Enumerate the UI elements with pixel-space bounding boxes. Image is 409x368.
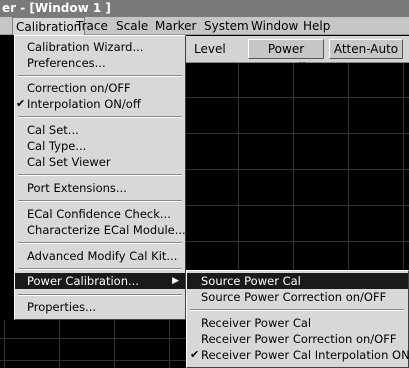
menu-item-label: Port Extensions... <box>27 181 127 195</box>
menu-item-label: Cal Type... <box>27 139 87 153</box>
submenu-item-label: Receiver Power Correction on/OFF <box>201 332 397 346</box>
menu-item-advanced-modify-cal-kit[interactable]: Advanced Modify Cal Kit... <box>15 248 185 264</box>
window-title-bar: er - [Window 1 ] <box>0 0 409 17</box>
menu-item-label: Cal Set... <box>27 123 79 137</box>
menu-window[interactable]: Window <box>248 17 301 35</box>
menu-item-label: Cal Set Viewer <box>27 155 111 169</box>
menu-item-cal-set[interactable]: Cal Set... <box>15 122 185 138</box>
calibration-dropdown-menu: Calibration Wizard... Preferences... Cor… <box>14 35 186 320</box>
power-on-off-button[interactable]: Power ON/off <box>248 39 324 75</box>
menu-separator <box>18 174 182 176</box>
menu-separator <box>18 294 182 296</box>
level-label: Level <box>194 42 226 56</box>
menu-separator <box>18 200 182 202</box>
menu-system[interactable]: System <box>201 17 252 35</box>
menu-item-ecal-confidence-check[interactable]: ECal Confidence Check... <box>15 206 185 222</box>
softkey-toolbar: Level Power ON/off Atten-Auto <box>186 36 409 75</box>
submenu-item-label: Source Power Cal <box>201 274 301 288</box>
menu-separator <box>18 75 182 77</box>
menu-item-correction[interactable]: Correction on/OFF <box>15 80 185 96</box>
submenu-item-source-power-cal[interactable]: Source Power Cal <box>187 273 408 289</box>
menu-item-calibration-wizard[interactable]: Calibration Wizard... <box>15 39 185 55</box>
submenu-item-label: Receiver Power Cal <box>201 316 312 330</box>
menu-item-label: Power Calibration... <box>27 274 139 288</box>
check-icon: ✔ <box>190 348 200 361</box>
menu-bar: Calibration Trace Scale Marker System Wi… <box>0 17 409 35</box>
check-icon: ✔ <box>16 97 26 110</box>
window-title: er - [Window 1 ] <box>2 1 111 15</box>
atten-auto-button[interactable]: Atten-Auto <box>329 39 403 59</box>
submenu-item-receiver-power-cal[interactable]: Receiver Power Cal <box>187 315 408 331</box>
submenu-item-source-power-correction[interactable]: Source Power Correction on/OFF <box>187 289 408 305</box>
menu-separator <box>18 268 182 270</box>
power-calibration-submenu: Source Power Cal Source Power Correction… <box>186 270 409 368</box>
menu-item-label: Advanced Modify Cal Kit... <box>27 249 178 263</box>
menu-help[interactable]: Help <box>300 17 333 35</box>
menu-separator <box>18 116 182 118</box>
submenu-item-receiver-power-cal-interpolation[interactable]: ✔ Receiver Power Cal Interpolation ON/of… <box>187 347 409 363</box>
menu-item-label: Interpolation ON/off <box>27 97 141 111</box>
submenu-arrow-icon: ▶ <box>172 276 179 286</box>
menu-item-power-calibration[interactable]: Power Calibration... ▶ <box>15 273 185 289</box>
menu-item-label: Calibration Wizard... <box>27 40 144 54</box>
menu-separator <box>190 309 404 311</box>
menu-marker[interactable]: Marker <box>152 17 199 35</box>
measurement-graph <box>186 63 409 278</box>
menu-item-label: Preferences... <box>27 56 106 70</box>
menu-item-interpolation[interactable]: ✔ Interpolation ON/off <box>15 96 185 112</box>
menu-item-preferences[interactable]: Preferences... <box>15 55 185 71</box>
menu-item-label: Properties... <box>27 300 97 314</box>
menu-item-properties[interactable]: Properties... <box>15 299 185 315</box>
menu-item-label: Correction on/OFF <box>27 81 131 95</box>
submenu-item-label: Receiver Power Cal Interpolation ON/off <box>201 348 409 362</box>
menu-item-label: ECal Confidence Check... <box>27 207 171 221</box>
menu-item-cal-type[interactable]: Cal Type... <box>15 138 185 154</box>
submenu-item-receiver-power-correction[interactable]: Receiver Power Correction on/OFF <box>187 331 408 347</box>
menu-separator <box>18 242 182 244</box>
menu-item-label: Characterize ECal Module... <box>27 223 186 237</box>
menu-item-cal-set-viewer[interactable]: Cal Set Viewer <box>15 154 185 170</box>
menu-item-port-extensions[interactable]: Port Extensions... <box>15 180 185 196</box>
menu-trace[interactable]: Trace <box>73 17 111 35</box>
menu-item-characterize-ecal[interactable]: Characterize ECal Module... <box>15 222 186 238</box>
submenu-item-label: Source Power Correction on/OFF <box>201 290 387 304</box>
measurement-graph-lower <box>0 320 186 368</box>
menu-scale[interactable]: Scale <box>113 17 151 35</box>
